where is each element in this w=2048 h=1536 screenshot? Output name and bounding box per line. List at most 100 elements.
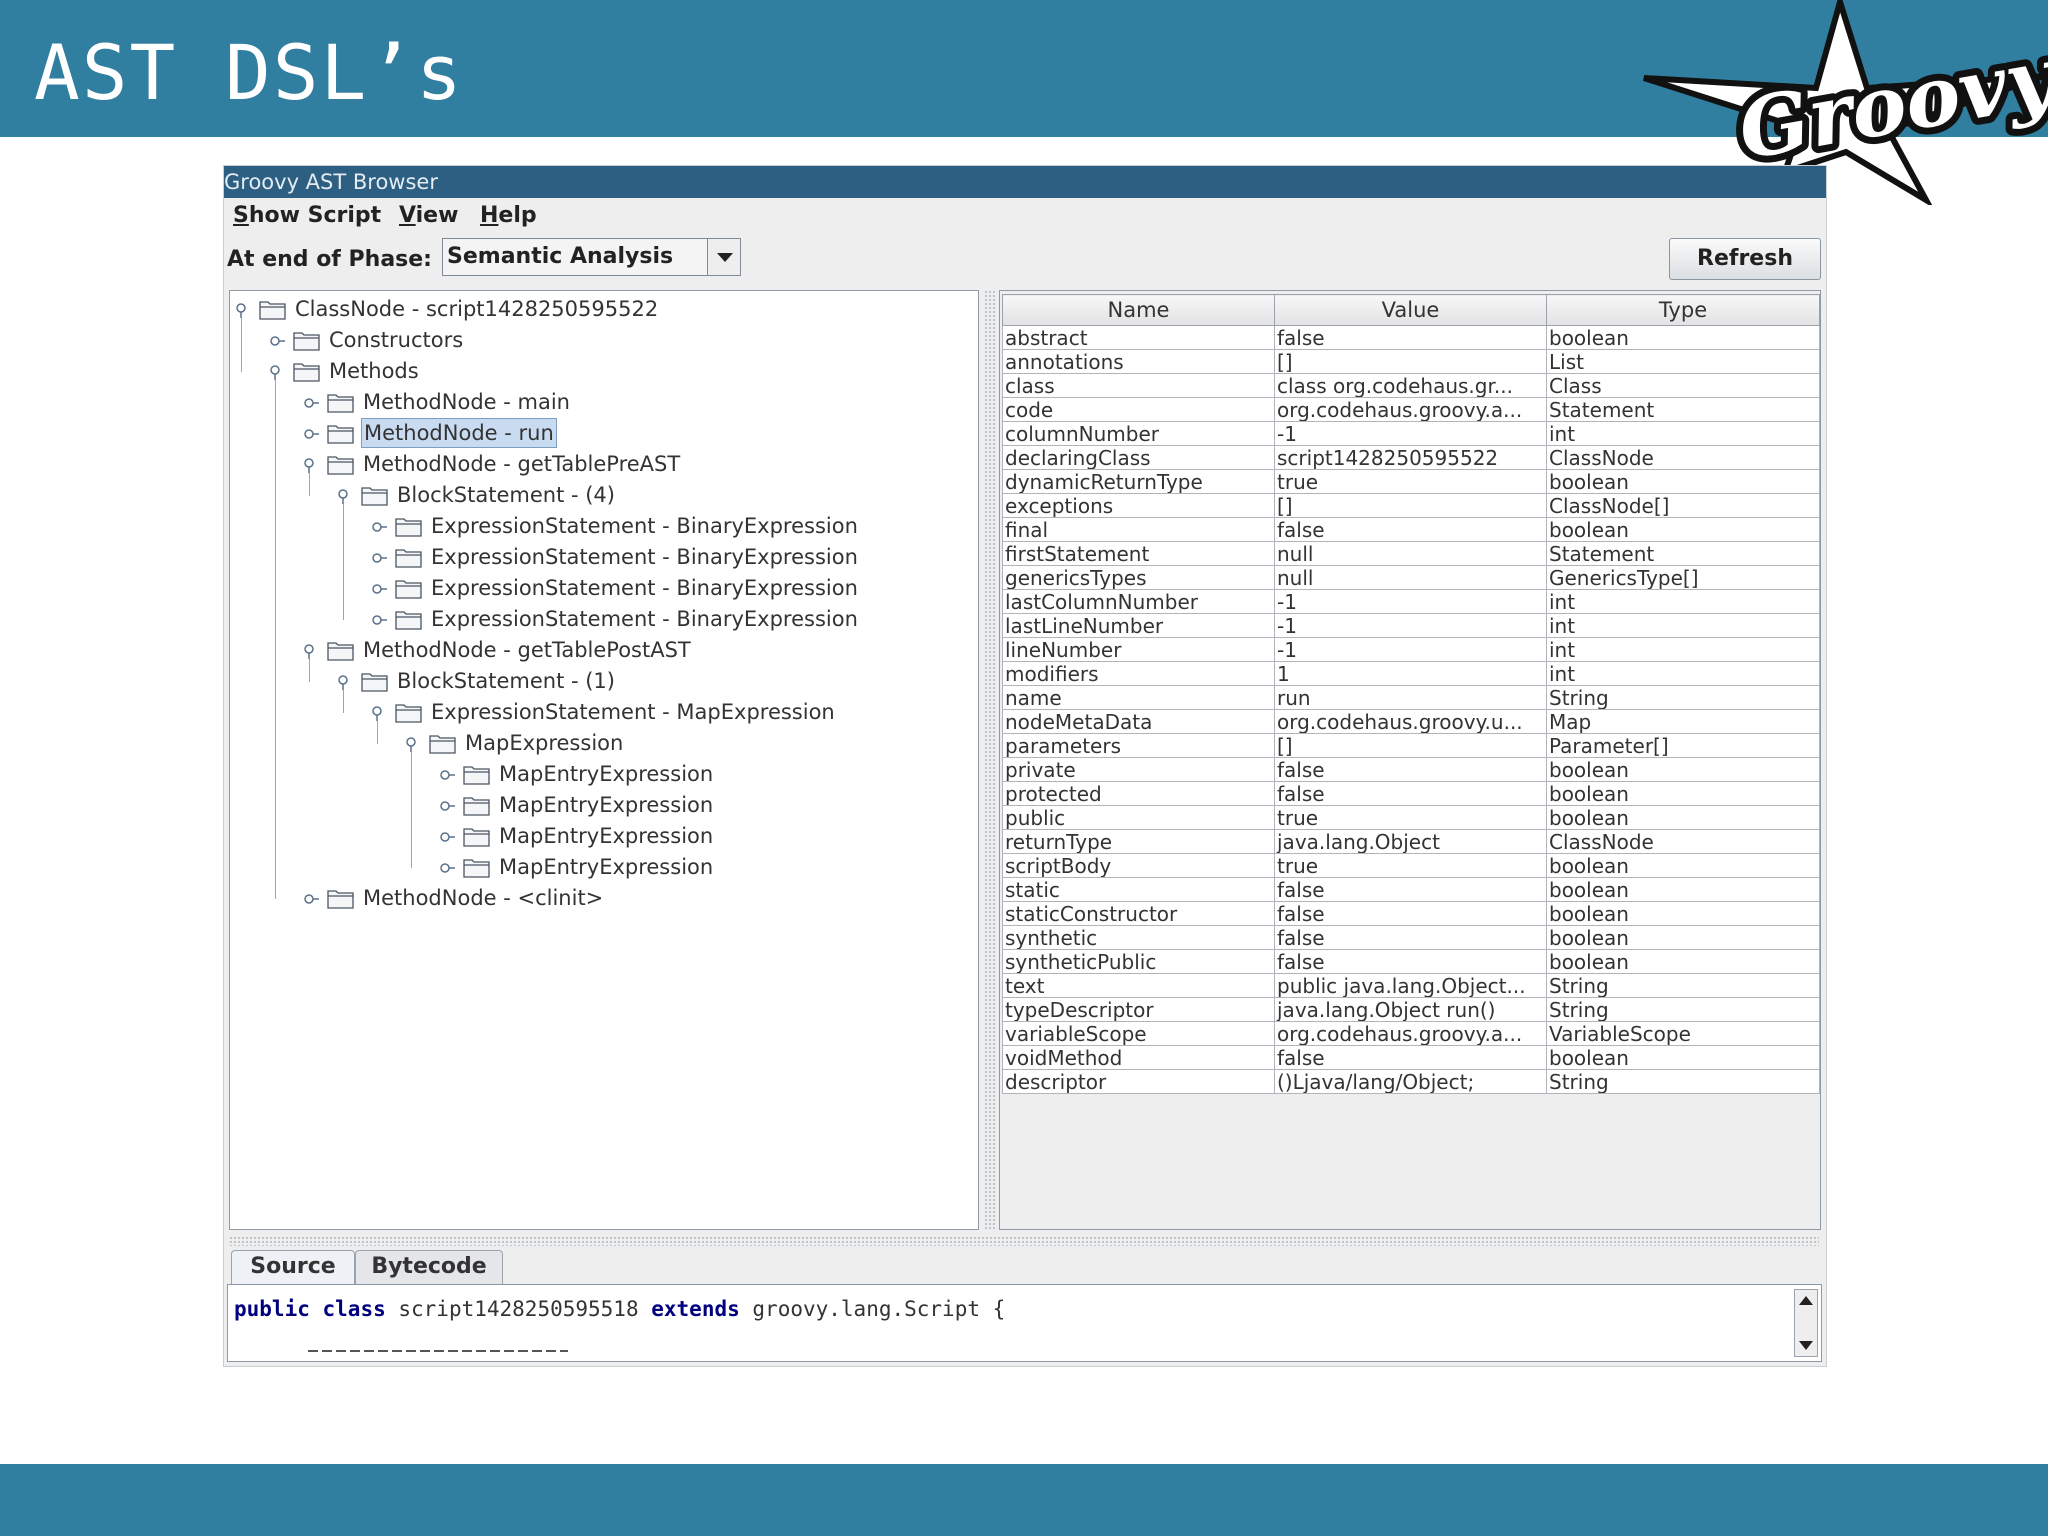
expanded-handle-icon[interactable] bbox=[269, 364, 285, 380]
cell-name[interactable]: final bbox=[1002, 517, 1275, 542]
cell-value[interactable]: run bbox=[1274, 685, 1547, 710]
table-row[interactable]: lastColumnNumber -1 int bbox=[1002, 589, 1820, 614]
cell-type[interactable]: boolean bbox=[1546, 325, 1820, 350]
cell-name[interactable]: annotations bbox=[1002, 349, 1275, 374]
table-row[interactable]: descriptor ()Ljava/lang/Object; String bbox=[1002, 1069, 1820, 1094]
table-row[interactable]: columnNumber -1 int bbox=[1002, 421, 1820, 446]
cell-type[interactable]: ClassNode bbox=[1546, 829, 1820, 854]
cell-value[interactable]: false bbox=[1274, 781, 1547, 806]
cell-type[interactable]: boolean bbox=[1546, 925, 1820, 950]
cell-type[interactable]: int bbox=[1546, 661, 1820, 686]
cell-type[interactable]: String bbox=[1546, 973, 1820, 998]
cell-type[interactable]: int bbox=[1546, 613, 1820, 638]
cell-name[interactable]: modifiers bbox=[1002, 661, 1275, 686]
expanded-handle-icon[interactable] bbox=[303, 643, 319, 659]
menu-show-script[interactable]: Show Script bbox=[233, 202, 381, 230]
cell-name[interactable]: lineNumber bbox=[1002, 637, 1275, 662]
cell-name[interactable]: code bbox=[1002, 397, 1275, 422]
table-row[interactable]: genericsTypes null GenericsType[] bbox=[1002, 565, 1820, 590]
collapsed-handle-icon[interactable] bbox=[439, 767, 455, 783]
cell-type[interactable]: Statement bbox=[1546, 397, 1820, 422]
cell-name[interactable]: abstract bbox=[1002, 325, 1275, 350]
table-row[interactable]: dynamicReturnType true boolean bbox=[1002, 469, 1820, 494]
cell-value[interactable]: null bbox=[1274, 541, 1547, 566]
collapsed-handle-icon[interactable] bbox=[371, 550, 387, 566]
cell-value[interactable]: public java.lang.Object... bbox=[1274, 973, 1547, 998]
cell-type[interactable]: String bbox=[1546, 685, 1820, 710]
column-header-name[interactable]: Name bbox=[1002, 294, 1275, 326]
menu-view[interactable]: View bbox=[399, 202, 458, 230]
cell-type[interactable]: boolean bbox=[1546, 805, 1820, 830]
cell-type[interactable]: int bbox=[1546, 637, 1820, 662]
cell-name[interactable]: declaringClass bbox=[1002, 445, 1275, 470]
table-row[interactable]: class class org.codehaus.gr... Class bbox=[1002, 373, 1820, 398]
table-row[interactable]: name run String bbox=[1002, 685, 1820, 710]
table-row[interactable]: parameters[] Parameter[] bbox=[1002, 733, 1820, 758]
cell-name[interactable]: public bbox=[1002, 805, 1275, 830]
cell-value[interactable]: org.codehaus.groovy.u... bbox=[1274, 709, 1547, 734]
expanded-handle-icon[interactable] bbox=[303, 457, 319, 473]
phase-dropdown[interactable]: Semantic Analysis bbox=[442, 238, 741, 276]
cell-type[interactable]: boolean bbox=[1546, 877, 1820, 902]
scroll-up-arrow-icon[interactable] bbox=[1799, 1296, 1813, 1305]
cell-name[interactable]: syntheticPublic bbox=[1002, 949, 1275, 974]
scroll-down-arrow-icon[interactable] bbox=[1799, 1341, 1813, 1350]
cell-name[interactable]: lastLineNumber bbox=[1002, 613, 1275, 638]
cell-type[interactable]: List bbox=[1546, 349, 1820, 374]
cell-type[interactable]: GenericsType[] bbox=[1546, 565, 1820, 590]
cell-name[interactable]: private bbox=[1002, 757, 1275, 782]
menu-help[interactable]: Help bbox=[480, 202, 537, 230]
table-row[interactable]: voidMethod false boolean bbox=[1002, 1045, 1820, 1070]
cell-type[interactable]: ClassNode[] bbox=[1546, 493, 1820, 518]
table-row[interactable]: code org.codehaus.groovy.a... Statement bbox=[1002, 397, 1820, 422]
collapsed-handle-icon[interactable] bbox=[371, 581, 387, 597]
cell-value[interactable]: [] bbox=[1274, 349, 1547, 374]
table-row[interactable]: lastLineNumber -1 int bbox=[1002, 613, 1820, 638]
horizontal-split-divider[interactable] bbox=[229, 1236, 1819, 1246]
cell-name[interactable]: lastColumnNumber bbox=[1002, 589, 1275, 614]
cell-type[interactable]: boolean bbox=[1546, 853, 1820, 878]
cell-value[interactable]: org.codehaus.groovy.a... bbox=[1274, 397, 1547, 422]
cell-type[interactable]: String bbox=[1546, 997, 1820, 1022]
cell-type[interactable]: boolean bbox=[1546, 469, 1820, 494]
table-row[interactable]: typeDescriptor java.lang.Object run() Stri… bbox=[1002, 997, 1820, 1022]
ast-tree[interactable]: ClassNode - script1428250595522 Construct… bbox=[229, 290, 979, 1230]
cell-value[interactable]: -1 bbox=[1274, 589, 1547, 614]
cell-name[interactable]: staticConstructor bbox=[1002, 901, 1275, 926]
cell-value[interactable]: [] bbox=[1274, 493, 1547, 518]
cell-value[interactable]: true bbox=[1274, 853, 1547, 878]
expanded-handle-icon[interactable] bbox=[371, 705, 387, 721]
cell-value[interactable]: class org.codehaus.gr... bbox=[1274, 373, 1547, 398]
table-row[interactable]: public true boolean bbox=[1002, 805, 1820, 830]
table-row[interactable]: final false boolean bbox=[1002, 517, 1820, 542]
cell-value[interactable]: false bbox=[1274, 949, 1547, 974]
vertical-split-divider[interactable] bbox=[984, 290, 996, 1230]
cell-value[interactable]: null bbox=[1274, 565, 1547, 590]
cell-name[interactable]: variableScope bbox=[1002, 1021, 1275, 1046]
cell-type[interactable]: boolean bbox=[1546, 1045, 1820, 1070]
cell-name[interactable]: descriptor bbox=[1002, 1069, 1275, 1094]
cell-name[interactable]: firstStatement bbox=[1002, 541, 1275, 566]
table-row[interactable]: modifiers 1 int bbox=[1002, 661, 1820, 686]
table-row[interactable]: exceptions[] ClassNode[] bbox=[1002, 493, 1820, 518]
expanded-handle-icon[interactable] bbox=[405, 736, 421, 752]
cell-type[interactable]: boolean bbox=[1546, 949, 1820, 974]
table-row[interactable]: returnType java.lang.Object ClassNode bbox=[1002, 829, 1820, 854]
collapsed-handle-icon[interactable] bbox=[269, 333, 285, 349]
table-row[interactable]: staticConstructor false boolean bbox=[1002, 901, 1820, 926]
cell-name[interactable]: parameters bbox=[1002, 733, 1275, 758]
cell-type[interactable]: int bbox=[1546, 421, 1820, 446]
expanded-handle-icon[interactable] bbox=[235, 302, 251, 318]
tab-source[interactable]: Source bbox=[231, 1250, 355, 1284]
cell-type[interactable]: VariableScope bbox=[1546, 1021, 1820, 1046]
cell-type[interactable]: boolean bbox=[1546, 901, 1820, 926]
table-row[interactable]: abstract false boolean bbox=[1002, 325, 1820, 350]
collapsed-handle-icon[interactable] bbox=[371, 612, 387, 628]
cell-type[interactable]: boolean bbox=[1546, 517, 1820, 542]
cell-value[interactable]: false bbox=[1274, 325, 1547, 350]
table-row[interactable]: text public java.lang.Object... String bbox=[1002, 973, 1820, 998]
collapsed-handle-icon[interactable] bbox=[303, 891, 319, 907]
cell-name[interactable]: nodeMetaData bbox=[1002, 709, 1275, 734]
expanded-handle-icon[interactable] bbox=[337, 674, 353, 690]
table-row[interactable]: declaringClass script1428250595522 ClassNo… bbox=[1002, 445, 1820, 470]
